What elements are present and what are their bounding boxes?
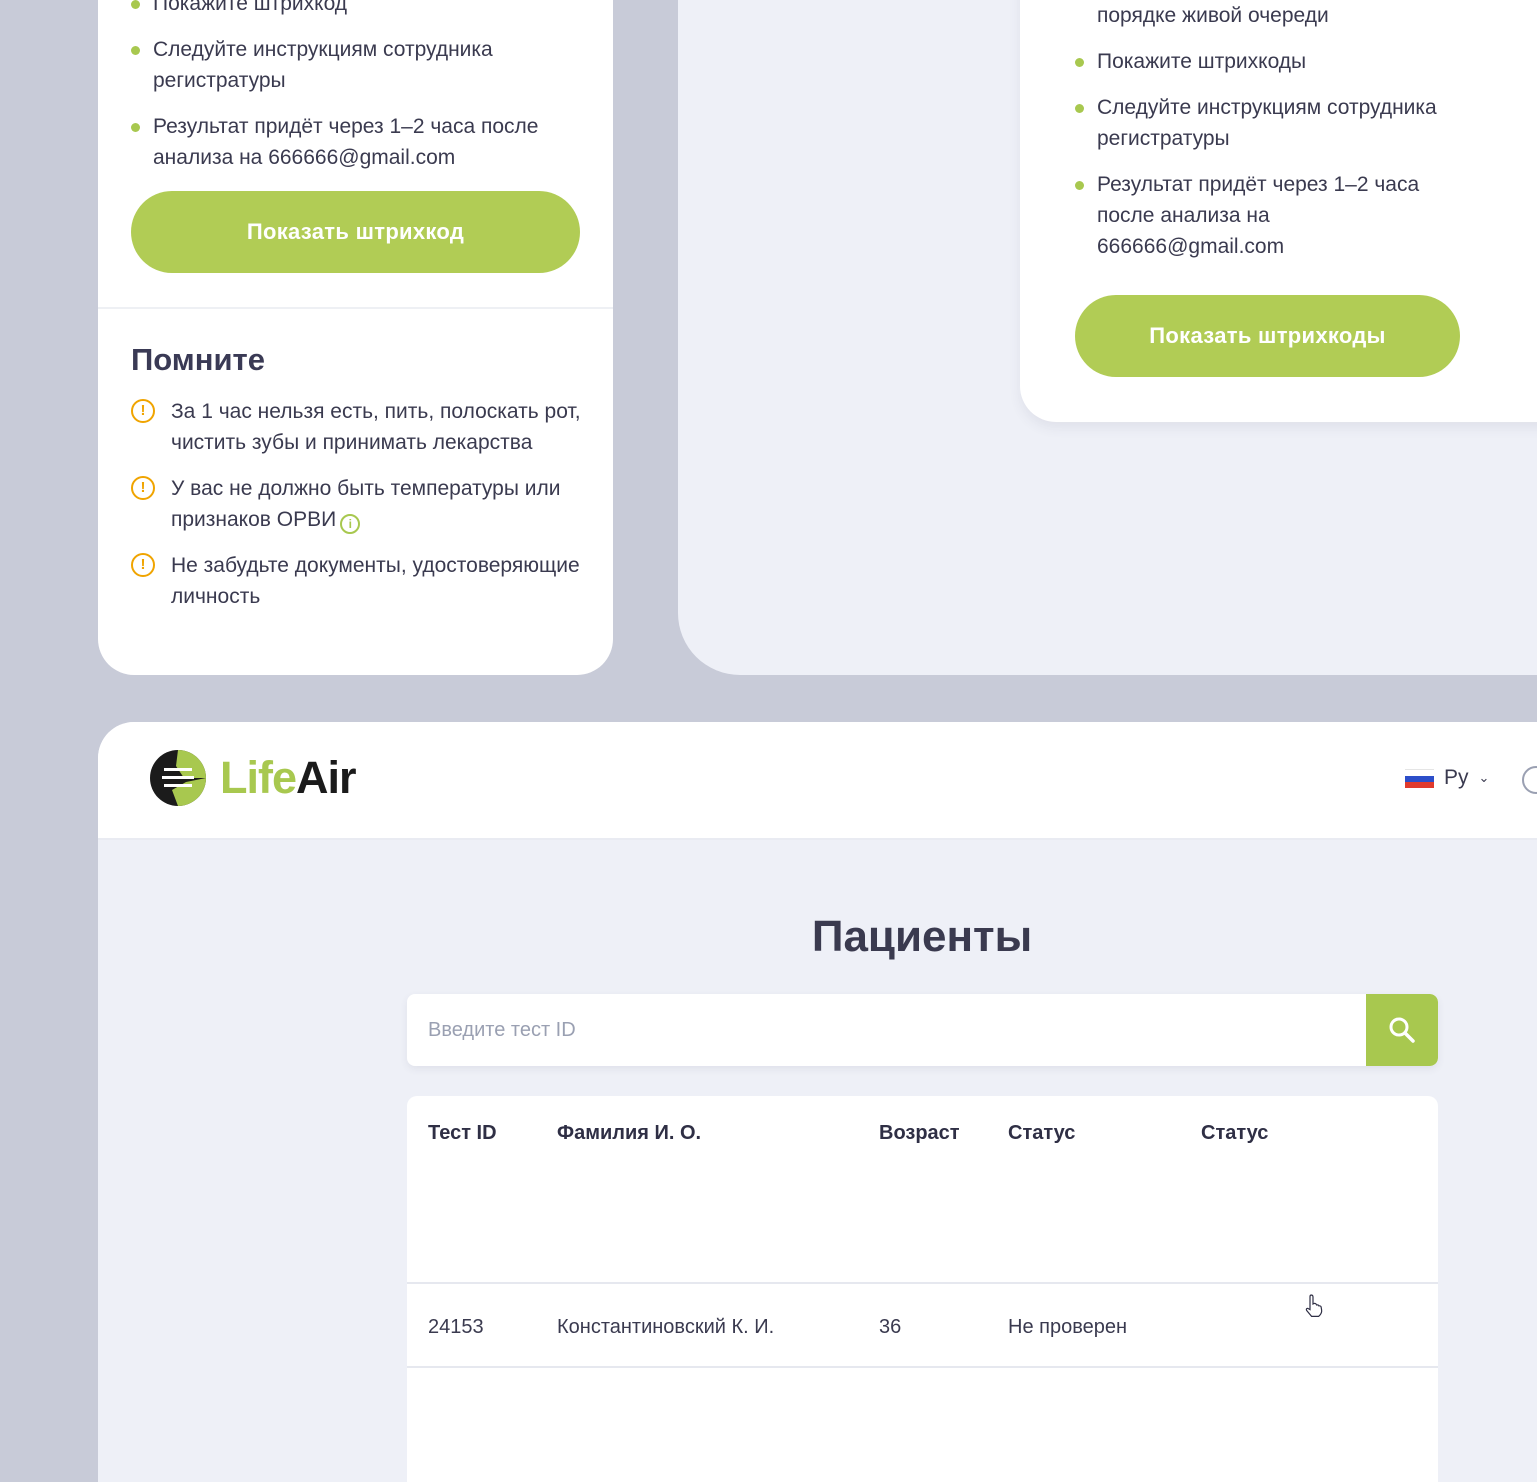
search-input[interactable] xyxy=(407,994,1365,1066)
remember-list: ! За 1 час нельзя есть, пить, полоскать р… xyxy=(131,396,581,627)
page-title: Пациенты xyxy=(811,912,1033,961)
warning-icon: ! xyxy=(131,399,155,423)
cell-status: Не проверен xyxy=(1008,1316,1128,1338)
cell-test-id: 24153 xyxy=(428,1316,484,1338)
cell-name: Константиновский К. И. xyxy=(557,1316,775,1338)
list-item: Результат придёт через 1–2 часа после ан… xyxy=(1075,169,1455,262)
column-header[interactable]: Возраст xyxy=(879,1122,960,1145)
show-barcodes-button[interactable]: Показать штрихкоды xyxy=(1075,295,1460,377)
search-bar xyxy=(407,994,1438,1066)
logo[interactable]: LifeAir xyxy=(148,748,357,808)
list-item: ! За 1 час нельзя есть, пить, полоскать р… xyxy=(131,396,581,458)
column-header[interactable]: Статус xyxy=(1008,1122,1075,1145)
list-item: Покажите штрихкод xyxy=(131,0,581,19)
warning-icon: ! xyxy=(131,553,155,577)
language-label: Ру xyxy=(1444,766,1469,789)
info-icon[interactable]: i xyxy=(340,514,361,534)
logo-text: LifeAir xyxy=(220,752,357,803)
cell-age: 36 xyxy=(879,1316,902,1338)
search-button[interactable] xyxy=(1366,994,1438,1066)
left-bullet-list: Покажите штрихкод Следуйте инструкциям с… xyxy=(131,0,581,188)
logo-icon xyxy=(150,750,206,806)
row-divider xyxy=(407,1366,1438,1368)
list-item: Следуйте инструкциям сотрудника регистра… xyxy=(131,34,581,96)
list-item: ! У вас не должно быть температуры или пр… xyxy=(131,473,581,535)
bullet-dot-icon xyxy=(131,46,140,55)
list-item: Покажите штрихкоды xyxy=(1075,46,1455,77)
bullet-dot-icon xyxy=(131,0,140,9)
language-selector[interactable]: Ру ⌄ xyxy=(1405,766,1489,790)
remember-title: Помните xyxy=(131,342,265,377)
bullet-dot-icon xyxy=(1075,58,1084,67)
column-header[interactable]: Тест ID xyxy=(428,1122,497,1145)
bullet-dot-icon xyxy=(131,123,140,132)
right-bullet-list: порядке живой очереди Покажите штрихкоды… xyxy=(1075,0,1455,277)
divider xyxy=(98,307,613,309)
hand-cursor-icon xyxy=(1305,1294,1323,1317)
patients-app-window: LifeAir Ру ⌄ Пациенты Тест ID Фамилия И.… xyxy=(98,722,1537,1482)
list-item: ! Не забудьте документы, удостоверяющие л… xyxy=(131,550,581,612)
chevron-down-icon: ⌄ xyxy=(1478,770,1490,785)
show-barcode-button[interactable]: Показать штрихкод xyxy=(131,191,580,273)
russia-flag-icon xyxy=(1405,768,1434,788)
app-header: LifeAir Ру ⌄ xyxy=(98,722,1537,840)
list-item: порядке живой очереди xyxy=(1097,4,1329,27)
right-instruction-card: порядке живой очереди Покажите штрихкоды… xyxy=(1020,0,1537,422)
search-icon xyxy=(1389,1017,1415,1043)
left-instruction-card: Покажите штрихкод Следуйте инструкциям с… xyxy=(98,0,613,675)
warning-icon: ! xyxy=(131,476,155,500)
user-icon[interactable] xyxy=(1522,766,1537,794)
row-divider xyxy=(407,1282,1438,1284)
patients-table: Тест ID Фамилия И. О. Возраст Статус Ста… xyxy=(407,1096,1438,1482)
column-header[interactable]: Статус xyxy=(1201,1122,1268,1145)
list-item: Результат придёт через 1–2 часа после ан… xyxy=(131,111,581,173)
list-item: Следуйте инструкциям сотрудника регистра… xyxy=(1075,92,1455,154)
bullet-dot-icon xyxy=(1075,181,1084,190)
column-header[interactable]: Фамилия И. О. xyxy=(557,1122,701,1145)
bullet-dot-icon xyxy=(1075,104,1084,113)
